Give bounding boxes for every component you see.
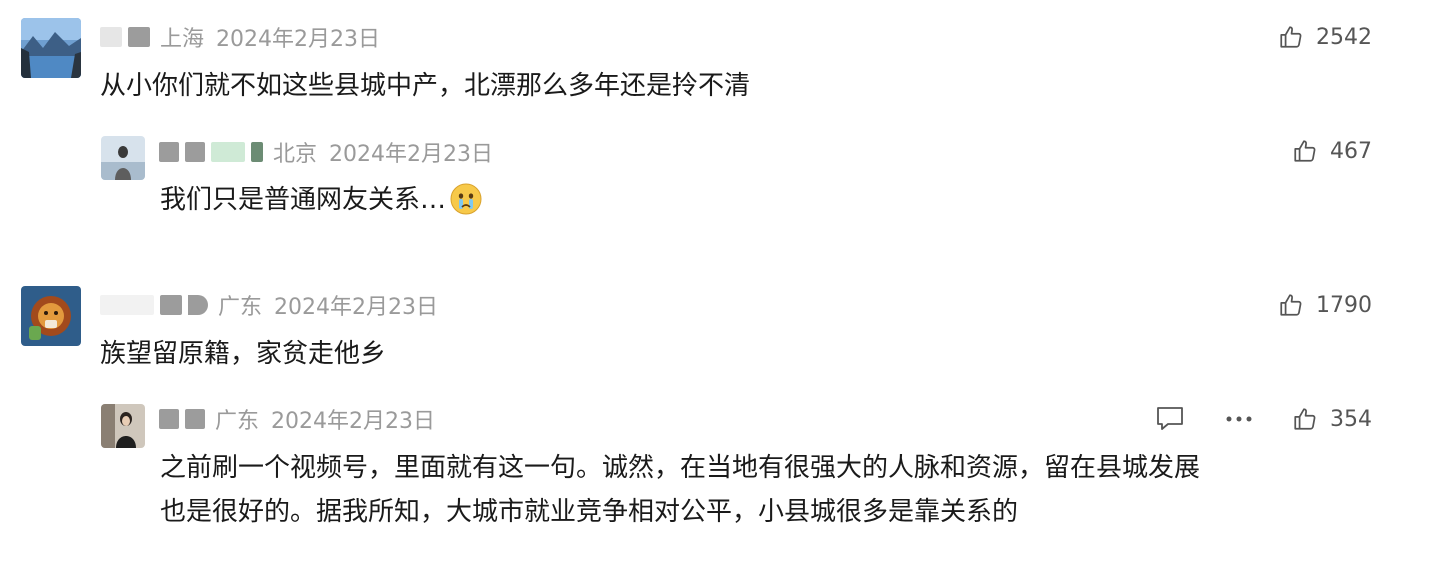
like-count: 467 — [1330, 138, 1372, 164]
crying-face-emoji-icon — [450, 183, 482, 214]
cartoon-lion-avatar-image — [21, 286, 81, 346]
thumbs-up-icon — [1280, 294, 1302, 316]
username-blurred[interactable] — [211, 142, 245, 162]
location: 广东 — [218, 295, 263, 320]
like-count: 1790 — [1316, 292, 1372, 318]
more-icon[interactable] — [1224, 414, 1254, 424]
like-count: 354 — [1330, 406, 1372, 432]
thumbs-up-icon — [1280, 26, 1302, 48]
like-button[interactable]: 2542 — [1278, 22, 1372, 52]
comment-text-line: 之前刷一个视频号，里面就有这一句。诚然，在当地有很强大的人脉和资源，留在县城发展 — [160, 453, 1201, 483]
comment-text: 族望留原籍，家贫走他乡 — [100, 339, 387, 369]
comment-text: 之前刷一个视频号，里面就有这一句。诚然，在当地有很强大的人脉和资源，留在县城发展… — [160, 446, 1200, 534]
thumbs-up-icon — [1294, 408, 1316, 430]
username-blurred[interactable] — [159, 142, 179, 162]
username-blurred[interactable] — [159, 409, 179, 429]
username-blurred[interactable] — [160, 295, 182, 315]
lake-landscape-avatar-image — [21, 18, 81, 78]
username-blurred[interactable] — [185, 142, 205, 162]
reply-text: 我们只是普通网友关系… — [160, 185, 447, 215]
timestamp: 2024年2月23日 — [274, 295, 438, 320]
comment-text: 从小你们就不如这些县城中产，北漂那么多年还是拎不清 — [100, 71, 751, 101]
comment-meta: 广东 2024年2月23日 — [100, 290, 438, 320]
username-blurred[interactable] — [251, 142, 263, 162]
comment-meta: 广东 2024年2月23日 — [159, 404, 435, 434]
comment-text: 我们只是普通网友关系… — [160, 178, 482, 222]
avatar[interactable] — [21, 286, 81, 346]
location: 广东 — [215, 409, 260, 434]
location: 上海 — [160, 27, 205, 52]
girl-portrait-avatar-image — [101, 404, 145, 448]
username-blurred[interactable] — [185, 409, 205, 429]
timestamp: 2024年2月23日 — [271, 409, 435, 434]
like-button[interactable]: 467 — [1292, 136, 1372, 166]
username-blurred[interactable] — [100, 295, 154, 315]
like-button[interactable]: 354 — [1292, 404, 1372, 434]
avatar[interactable] — [101, 136, 145, 180]
username-blurred[interactable] — [128, 27, 150, 47]
comment-meta: 上海 2024年2月23日 — [100, 22, 380, 52]
girl-by-sea-avatar-image — [101, 136, 145, 180]
timestamp: 2024年2月23日 — [329, 142, 493, 167]
like-count: 2542 — [1316, 24, 1372, 50]
avatar[interactable] — [21, 18, 81, 78]
reply-icon[interactable] — [1155, 405, 1185, 433]
username-blurred[interactable] — [100, 27, 122, 47]
like-button[interactable]: 1790 — [1278, 290, 1372, 320]
comment-meta: 北京 2024年2月23日 — [159, 137, 493, 167]
location: 北京 — [273, 142, 318, 167]
comment-text-line: 也是很好的。据我所知，大城市就业竞争相对公平，小县城很多是靠关系的 — [160, 497, 1019, 527]
thumbs-up-icon — [1294, 140, 1316, 162]
avatar[interactable] — [101, 404, 145, 448]
timestamp: 2024年2月23日 — [216, 27, 380, 52]
username-blurred[interactable] — [188, 295, 208, 315]
